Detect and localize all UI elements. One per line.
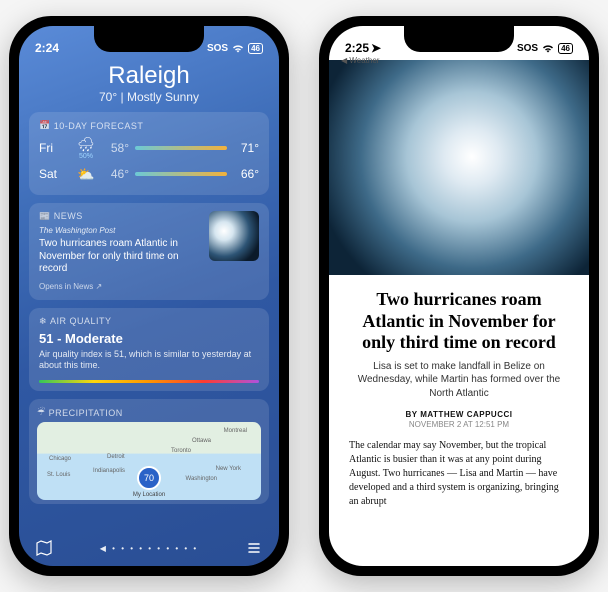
map-city: Indianapolis [93, 468, 125, 474]
news-card[interactable]: 📰NEWS The Washington Post Two hurricanes… [29, 203, 269, 300]
map-legend: My Location [133, 492, 165, 498]
umbrella-icon: ☔︎ [37, 407, 46, 418]
map-city: New York [216, 466, 241, 472]
precip-header: PRECIPITATION [49, 408, 123, 418]
back-to-weather[interactable]: ◀ Weather [341, 56, 379, 65]
aq-header: AIR QUALITY [50, 316, 112, 326]
phone-article: 2:25➤ SOS 46 ◀ Weather Two hurricanes ro… [319, 16, 599, 576]
aq-value: 51 - Moderate [39, 331, 259, 346]
bottom-nav: ◀ • • • • • • • • • • [19, 530, 279, 566]
wifi-icon [542, 44, 554, 53]
status-time: 2:24 [35, 41, 59, 55]
list-icon[interactable] [245, 539, 263, 557]
notch [404, 26, 514, 52]
calendar-icon: 📅 [39, 120, 51, 131]
article-text: The calendar may say November, but the t… [349, 439, 569, 509]
news-icon: 📰 [39, 211, 51, 222]
forecast-hi: 71° [233, 141, 259, 155]
article-date: NOVEMBER 2 AT 12:51 PM [349, 420, 569, 429]
precip-map[interactable]: Montreal Ottawa Toronto Chicago Detroit … [37, 422, 261, 500]
wifi-icon [232, 44, 244, 53]
phone-weather: 2:24 SOS 46 Raleigh 70° | Mostly Sunny 📅… [9, 16, 289, 576]
partly-cloudy-icon: ⛅ [75, 166, 97, 183]
aq-detail: Air quality index is 51, which is simila… [39, 349, 259, 372]
notch [94, 26, 204, 52]
map-city: Toronto [171, 448, 191, 454]
article-byline: BY MATTHEW CAPPUCCI [349, 410, 569, 419]
map-city: St. Louis [47, 472, 70, 478]
rain-icon: 🌧50% [75, 136, 97, 160]
forecast-day: Sat [39, 167, 69, 181]
status-sos: SOS [517, 43, 538, 54]
air-quality-card[interactable]: ❄︎AIR QUALITY 51 - Moderate Air quality … [29, 308, 269, 391]
news-source: The Washington Post [39, 226, 201, 236]
page-dots[interactable]: ◀ • • • • • • • • • • [100, 544, 198, 553]
location-name: Raleigh [19, 62, 279, 90]
map-city: Chicago [49, 456, 71, 462]
map-city: Washington [186, 476, 217, 482]
map-icon[interactable] [35, 539, 53, 557]
air-icon: ❄︎ [39, 316, 47, 327]
forecast-pct: 50% [75, 153, 97, 160]
news-thumbnail [209, 211, 259, 261]
status-sos: SOS [207, 43, 228, 54]
aq-scale-bar [39, 380, 259, 383]
news-header: NEWS [54, 211, 83, 222]
status-time: 2:25➤ [345, 41, 381, 55]
forecast-hi: 66° [233, 167, 259, 181]
forecast-range-bar [135, 172, 227, 176]
map-city: Ottawa [192, 438, 211, 444]
precipitation-card[interactable]: ☔︎PRECIPITATION Montreal Ottawa Toronto … [29, 399, 269, 504]
battery-icon: 46 [558, 43, 573, 54]
news-open-link[interactable]: Opens in News ↗ [39, 282, 201, 292]
map-city: Detroit [107, 454, 125, 460]
location-cond: Mostly Sunny [127, 90, 199, 104]
article-body[interactable]: Two hurricanes roam Atlantic in November… [329, 275, 589, 509]
forecast-row[interactable]: Sat ⛅ 46° 66° [39, 161, 259, 187]
forecast-card[interactable]: 📅10-DAY FORECAST Fri 🌧50% 58° 71° Sat ⛅ … [29, 112, 269, 195]
news-title: Two hurricanes roam Atlantic in November… [39, 238, 201, 276]
forecast-row[interactable]: Fri 🌧50% 58° 71° [39, 135, 259, 161]
forecast-header: 10-DAY FORECAST [54, 121, 144, 131]
map-pin[interactable]: 70 [137, 466, 161, 490]
article-subhead: Lisa is set to make landfall in Belize o… [349, 360, 569, 401]
forecast-range-bar [135, 146, 227, 150]
article-headline: Two hurricanes roam Atlantic in November… [349, 289, 569, 354]
article-hero-image [329, 60, 589, 275]
location-arrow-icon: ➤ [371, 41, 381, 55]
forecast-lo: 58° [103, 141, 129, 155]
map-city: Montreal [224, 428, 247, 434]
location-temp: 70° [99, 90, 117, 104]
forecast-day: Fri [39, 141, 69, 155]
battery-icon: 46 [248, 43, 263, 54]
location-header: Raleigh 70° | Mostly Sunny [19, 62, 279, 104]
forecast-lo: 46° [103, 167, 129, 181]
